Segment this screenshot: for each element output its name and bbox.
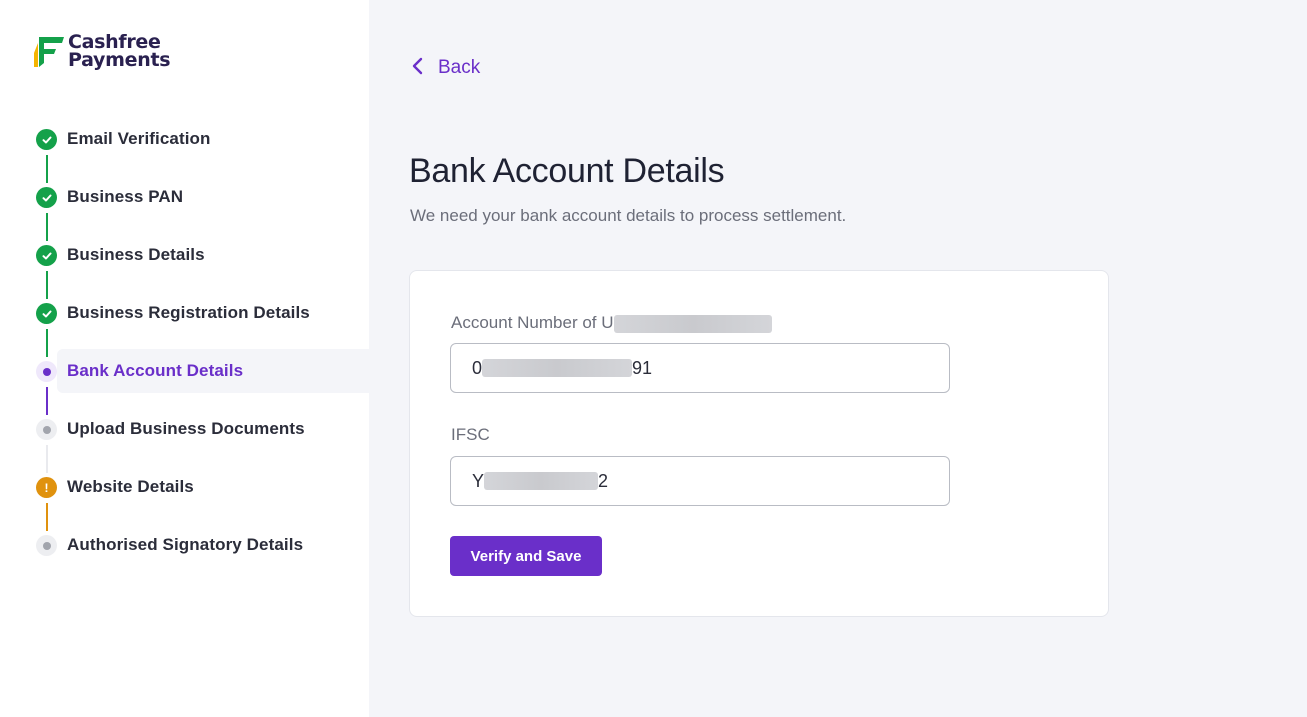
step-label: Business Details: [67, 245, 205, 264]
account-number-input[interactable]: 0 91: [450, 343, 950, 393]
check-icon: [36, 187, 57, 208]
step-business-registration-details[interactable]: Business Registration Details: [0, 284, 369, 357]
cashfree-logo[interactable]: Cashfree Payments: [32, 33, 171, 71]
ifsc-input[interactable]: Y2: [450, 456, 950, 506]
onboarding-steps: Email Verification Business PAN Business…: [0, 110, 369, 574]
ifsc-label: IFSC: [451, 425, 490, 444]
account-number-label-text: Account Number of U: [451, 313, 614, 332]
step-label: Website Details: [67, 477, 194, 496]
back-link[interactable]: Back: [410, 56, 480, 80]
step-email-verification[interactable]: Email Verification: [0, 110, 369, 183]
step-authorised-signatory-details[interactable]: Authorised Signatory Details: [0, 516, 369, 574]
step-label: Business PAN: [67, 187, 184, 206]
exclamation-icon: !: [36, 477, 57, 498]
page-subtitle: We need your bank account details to pro…: [410, 206, 847, 225]
step-upload-business-documents[interactable]: Upload Business Documents: [0, 400, 369, 473]
sidebar: Cashfree Payments Email Verification Bus…: [0, 0, 369, 717]
step-label: Business Registration Details: [67, 303, 310, 322]
account-number-value-start: 0: [472, 357, 483, 378]
dot-icon: [36, 361, 57, 382]
check-icon: [36, 303, 57, 324]
step-website-details[interactable]: ! Website Details: [0, 458, 369, 531]
brand-name: Cashfree Payments: [68, 33, 171, 71]
bank-details-card: Account Number of U 0 91 IFSC Y2 Verify a…: [409, 270, 1109, 617]
account-number-value-end: 91: [632, 357, 653, 378]
step-business-details[interactable]: Business Details: [0, 226, 369, 299]
dot-icon: [36, 419, 57, 440]
ifsc-value-start: Y: [472, 470, 485, 491]
cashfree-logo-icon: [32, 33, 66, 69]
check-icon: [36, 129, 57, 150]
redacted-text: [613, 314, 772, 333]
verify-and-save-button[interactable]: Verify and Save: [450, 536, 602, 576]
step-label: Email Verification: [67, 129, 211, 148]
ifsc-value-end: 2: [598, 470, 609, 491]
account-number-label: Account Number of U: [451, 313, 772, 333]
redacted-text: [484, 472, 599, 490]
step-label: Upload Business Documents: [67, 419, 305, 438]
chevron-left-icon: [410, 56, 424, 80]
brand-line-2: Payments: [68, 49, 171, 71]
check-icon: [36, 245, 57, 266]
step-label: Bank Account Details: [67, 361, 244, 380]
page-title: Bank Account Details: [409, 152, 725, 190]
redacted-text: [482, 359, 633, 377]
step-business-pan[interactable]: Business PAN: [0, 168, 369, 241]
step-bank-account-details[interactable]: Bank Account Details: [0, 342, 369, 415]
main-content: Back Bank Account Details We need your b…: [369, 0, 1307, 717]
dot-icon: [36, 535, 57, 556]
back-label: Back: [438, 57, 481, 78]
step-label: Authorised Signatory Details: [67, 535, 304, 554]
